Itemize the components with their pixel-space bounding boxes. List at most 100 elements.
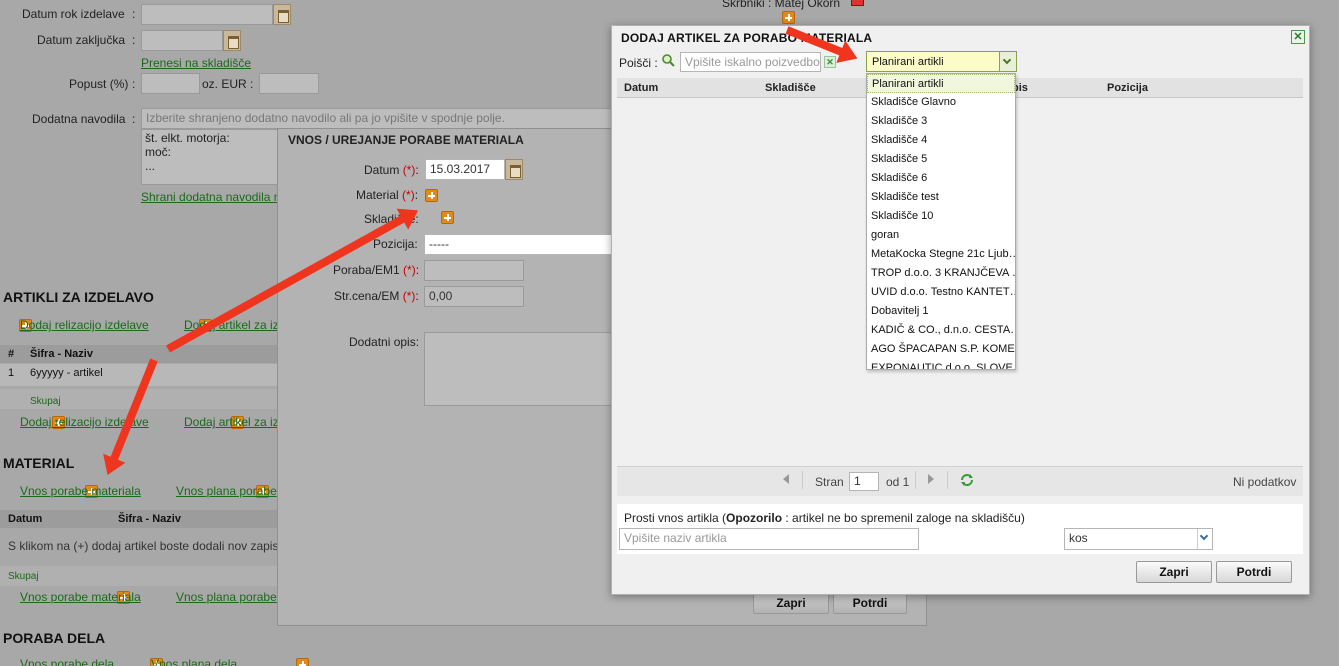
skupaj-row bbox=[0, 566, 278, 586]
navodila-line: ... bbox=[145, 159, 156, 173]
vnos-porabe-dela-link[interactable]: Vnos porabe dela bbox=[20, 657, 114, 666]
col-datum: Datum bbox=[624, 82, 659, 94]
colon: : bbox=[132, 77, 136, 91]
potrdi-button[interactable]: Potrdi bbox=[833, 592, 907, 614]
naziv-artikla-input[interactable]: Vpišite naziv artikla bbox=[619, 528, 919, 550]
dropdown-option[interactable]: Planirani artikli bbox=[867, 74, 1015, 93]
dropdown-option[interactable]: Skladišče test bbox=[867, 188, 1015, 207]
dialog-title: VNOS / UREJANJE PORABE MATERIALA bbox=[288, 133, 524, 147]
row-num: 1 bbox=[8, 367, 15, 379]
vnos-plana-dela-link[interactable]: Vnos plana dela bbox=[151, 657, 237, 666]
dropdown-option[interactable]: Dobavitelj 1 bbox=[867, 302, 1015, 321]
next-page-icon[interactable] bbox=[928, 474, 934, 484]
prev-page-icon[interactable] bbox=[783, 474, 789, 484]
dropdown-option[interactable]: EXPONAUTIC d.o.o. SLOVE… bbox=[867, 359, 1015, 369]
combo-value: Planirani artikli bbox=[872, 56, 944, 68]
dodatna-navodila-label: Dodatna navodila bbox=[32, 112, 126, 126]
vnos-plana-link[interactable]: Vnos plana porabe bbox=[176, 484, 277, 498]
zapri-button[interactable]: Zapri bbox=[1136, 561, 1212, 583]
pozicija-select[interactable]: ----- bbox=[424, 234, 624, 255]
search-input[interactable]: Vpišite iskalno poizvedbo bbox=[680, 52, 821, 72]
unit-select[interactable]: kos bbox=[1064, 528, 1213, 550]
page-input[interactable]: 1 bbox=[849, 472, 879, 491]
datum-label: Datum (*): bbox=[364, 163, 419, 177]
clear-search-icon[interactable]: ✕ bbox=[824, 56, 836, 68]
datum-rok-label: Datum rok izdelave bbox=[22, 7, 125, 21]
popust-input[interactable] bbox=[141, 73, 200, 94]
potrdi-button[interactable]: Potrdi bbox=[1216, 561, 1292, 583]
empty-message: S klikom na (+) dodaj artikel boste doda… bbox=[8, 539, 282, 553]
oz-eur-label: oz. EUR bbox=[202, 77, 247, 91]
remove-icon[interactable] bbox=[851, 0, 864, 6]
prenesi-link[interactable]: Prenesi na skladišče bbox=[141, 56, 251, 70]
add-icon[interactable] bbox=[296, 658, 310, 666]
material-heading: MATERIAL bbox=[3, 455, 75, 471]
background-page: Datum rok izdelave : Datum zaključka : P… bbox=[0, 0, 1339, 666]
chevron-down-icon[interactable] bbox=[999, 52, 1016, 71]
datum-zakljucka-input[interactable] bbox=[141, 30, 223, 51]
col-skladisce: Skladišče bbox=[765, 82, 816, 94]
shrani-navodila-link[interactable]: Shrani dodatna navodila n bbox=[141, 190, 280, 204]
dropdown-option[interactable]: Skladišče 3 bbox=[867, 112, 1015, 131]
row-name: 6yyyyy - artikel bbox=[30, 367, 103, 379]
dropdown-option[interactable]: KADIČ & CO., d.n.o. CESTA… bbox=[867, 321, 1015, 340]
artikli-table-header: # Šifra - Naziv bbox=[0, 345, 278, 363]
separator bbox=[802, 471, 803, 489]
dropdown-option[interactable]: UVID d.o.o. Testno KANTET… bbox=[867, 283, 1015, 302]
add-skladisce-icon[interactable] bbox=[441, 211, 455, 224]
chevron-down-icon[interactable] bbox=[1197, 529, 1212, 549]
colon: : bbox=[250, 77, 254, 91]
navodila-line: moč: bbox=[145, 145, 172, 159]
dropdown-option[interactable]: Skladišče 6 bbox=[867, 169, 1015, 188]
strcena-label: Str.cena/EM (*): bbox=[334, 289, 419, 303]
table-row[interactable]: 1 6yyyyy - artikel bbox=[0, 364, 278, 386]
pager: Stran 1 od 1 Ni podatkov bbox=[617, 466, 1303, 496]
stran-label: Stran bbox=[815, 475, 844, 489]
datum-input[interactable]: 15.03.2017 bbox=[425, 159, 505, 180]
pozicija-label: Pozicija: bbox=[373, 237, 418, 251]
calendar-icon[interactable] bbox=[273, 4, 291, 25]
dropdown-option[interactable]: Skladišče 10 bbox=[867, 207, 1015, 226]
poraba-label: Poraba/EM1 (*): bbox=[333, 263, 420, 277]
dodatni-opis-textarea[interactable] bbox=[424, 332, 624, 406]
skupaj-label: Skupaj bbox=[8, 571, 39, 582]
refresh-icon[interactable] bbox=[959, 472, 975, 488]
add-material-icon[interactable] bbox=[425, 189, 438, 202]
add-icon[interactable] bbox=[782, 11, 795, 24]
poraba-input[interactable] bbox=[424, 260, 524, 281]
col-sifra: Šifra - Naziv bbox=[118, 513, 181, 525]
calendar-icon[interactable] bbox=[505, 159, 523, 180]
close-icon[interactable]: ✕ bbox=[1291, 30, 1305, 44]
material-label: Material (*): bbox=[356, 188, 419, 202]
dropdown-option[interactable]: goran bbox=[867, 226, 1015, 245]
colon: : bbox=[132, 7, 136, 21]
calendar-icon[interactable] bbox=[223, 30, 241, 51]
dialog-title: DODAJ ARTIKEL ZA PORABO MATERIALA bbox=[621, 31, 873, 45]
dropdown-option[interactable]: Skladišče 4 bbox=[867, 131, 1015, 150]
strcena-input[interactable]: 0,00 bbox=[424, 286, 524, 307]
dropdown-option[interactable]: Skladišče Glavno bbox=[867, 93, 1015, 112]
skladisce-filter-select[interactable]: Planirani artikli bbox=[866, 51, 1017, 72]
datum-rok-input[interactable] bbox=[141, 4, 273, 25]
eur-input[interactable] bbox=[259, 73, 319, 94]
skrbniki-text: Skrbniki : Matej Okorn bbox=[722, 0, 841, 10]
od-label: od 1 bbox=[886, 475, 910, 489]
vnos-porabe-link-2[interactable]: Vnos porabe materiala bbox=[20, 590, 141, 604]
dodaj-artikel-link-2[interactable]: Dodaj artikel za iz bbox=[184, 415, 279, 429]
col-pozicija: Pozicija bbox=[1107, 82, 1148, 94]
dropdown-option[interactable]: MetaKocka Stegne 21c Ljub… bbox=[867, 245, 1015, 264]
dodaj-relizacijo-link[interactable]: Dodaj relizacijo izdelave bbox=[20, 318, 149, 332]
dropdown-option[interactable]: TROP d.o.o. 3 KRANJČEVA … bbox=[867, 264, 1015, 283]
col-num: # bbox=[8, 348, 15, 360]
navodila-textarea[interactable]: št. elkt. motorja: moč: ... bbox=[141, 129, 281, 185]
search-icon bbox=[662, 54, 675, 67]
vnos-porabe-link[interactable]: Vnos porabe materiala bbox=[20, 484, 141, 498]
navodila-select[interactable]: Izberite shranjeno dodatno navodilo ali … bbox=[141, 108, 621, 129]
zapri-button[interactable]: Zapri bbox=[753, 592, 829, 614]
dropdown-option[interactable]: AGO ŠPACAPAN S.P. KOME… bbox=[867, 340, 1015, 359]
colon: : bbox=[132, 33, 136, 47]
prosti-vnos-label: Prosti vnos artikla (Opozorilo : artikel… bbox=[624, 511, 1025, 525]
popust-label: Popust (%) bbox=[69, 77, 129, 91]
dropdown-option[interactable]: Skladišče 5 bbox=[867, 150, 1015, 169]
poraba-dela-heading: PORABA DELA bbox=[3, 630, 106, 646]
